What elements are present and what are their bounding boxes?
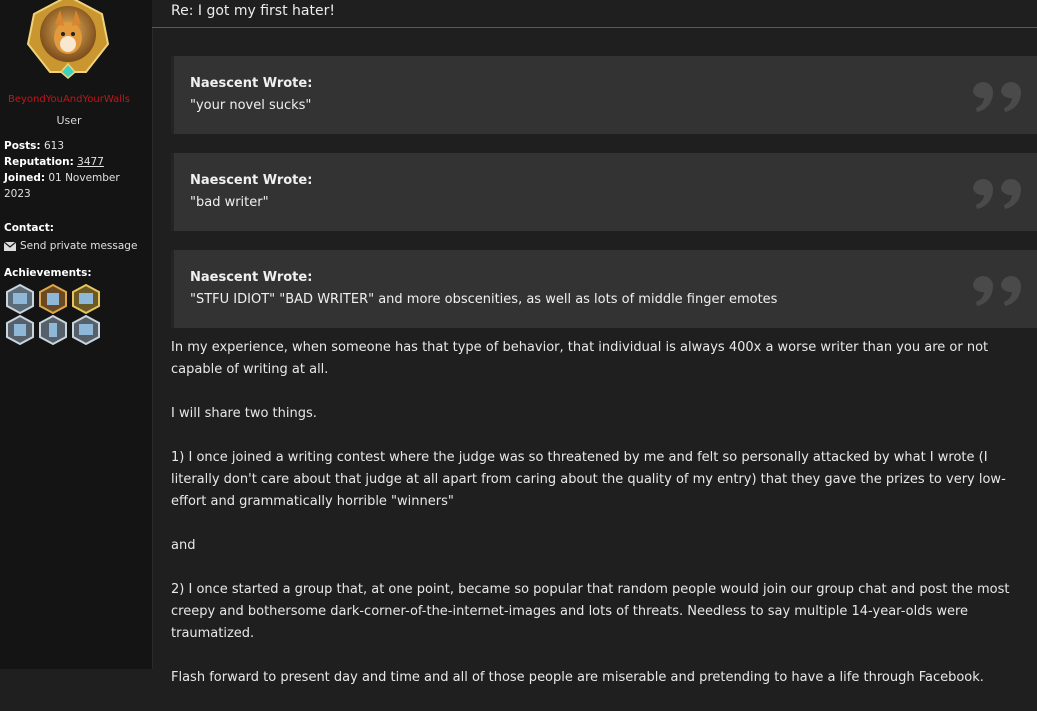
posts-label: Posts: <box>4 140 41 152</box>
avatar-image <box>26 0 110 79</box>
achievements-list <box>4 284 134 345</box>
post-title: Re: I got my first hater! <box>171 3 335 19</box>
achievement-badge-icon[interactable] <box>37 315 69 345</box>
quote-author: Naescent Wrote: <box>190 270 313 285</box>
quote-text: "your novel sucks" <box>190 98 312 113</box>
achievements-label: Achievements: <box>4 267 92 279</box>
quote-text: "bad writer" <box>190 195 269 210</box>
reputation-row: Reputation: 3477 <box>4 154 144 170</box>
post-paragraph: and <box>171 538 196 553</box>
achievement-badge-icon[interactable] <box>4 284 36 314</box>
envelope-icon <box>4 241 16 251</box>
user-sidebar: BeyondYouAndYourWalls User Posts: 613 Re… <box>0 0 153 669</box>
quote-mark-icon <box>973 179 1021 209</box>
post-body: In my experience, when someone has that … <box>171 337 1037 711</box>
username[interactable]: BeyondYouAndYourWalls <box>0 94 138 105</box>
avatar[interactable] <box>24 0 112 82</box>
achievement-badge-icon[interactable] <box>37 284 69 314</box>
post-paragraph: In my experience, when someone has that … <box>171 340 989 377</box>
user-role: User <box>56 114 82 127</box>
posts-count: 613 <box>43 140 65 152</box>
send-pm-label: Send private message <box>20 240 138 252</box>
quote-block: Naescent Wrote: "bad writer" <box>171 153 1037 231</box>
post-paragraph: I will share two things. <box>171 406 317 421</box>
quote-block: Naescent Wrote: "STFU IDIOT" "BAD WRITER… <box>171 250 1037 328</box>
quote-mark-icon <box>973 276 1021 306</box>
post-paragraph: 2) I once started a group that, at one p… <box>171 582 1010 641</box>
posts-row: Posts: 613 <box>4 138 144 154</box>
quote-author: Naescent Wrote: <box>190 76 313 91</box>
achievement-badge-icon[interactable] <box>4 315 36 345</box>
send-pm-link[interactable]: Send private message <box>4 240 137 252</box>
reputation-label: Reputation: <box>4 156 74 168</box>
post-header: Re: I got my first hater! <box>152 0 1037 28</box>
quote-mark-icon <box>973 82 1021 112</box>
post-paragraph: 1) I once joined a writing contest where… <box>171 450 1006 509</box>
achievement-badge-icon[interactable] <box>70 315 102 345</box>
quote-text: "STFU IDIOT" "BAD WRITER" and more obsce… <box>190 292 778 307</box>
user-stats: Posts: 613 Reputation: 3477 Joined: 01 N… <box>4 138 144 202</box>
reputation-link[interactable]: 3477 <box>77 156 104 168</box>
quote-block: Naescent Wrote: "your novel sucks" <box>171 56 1037 134</box>
joined-row: Joined: 01 November 2023 <box>4 170 144 202</box>
quote-author: Naescent Wrote: <box>190 173 313 188</box>
post-paragraph: Flash forward to present day and time an… <box>171 670 984 685</box>
contact-label: Contact: <box>4 222 54 234</box>
quotes-container: Naescent Wrote: "your novel sucks" Naesc… <box>171 56 1037 347</box>
achievement-badge-icon[interactable] <box>70 284 102 314</box>
joined-label: Joined: <box>4 172 46 184</box>
